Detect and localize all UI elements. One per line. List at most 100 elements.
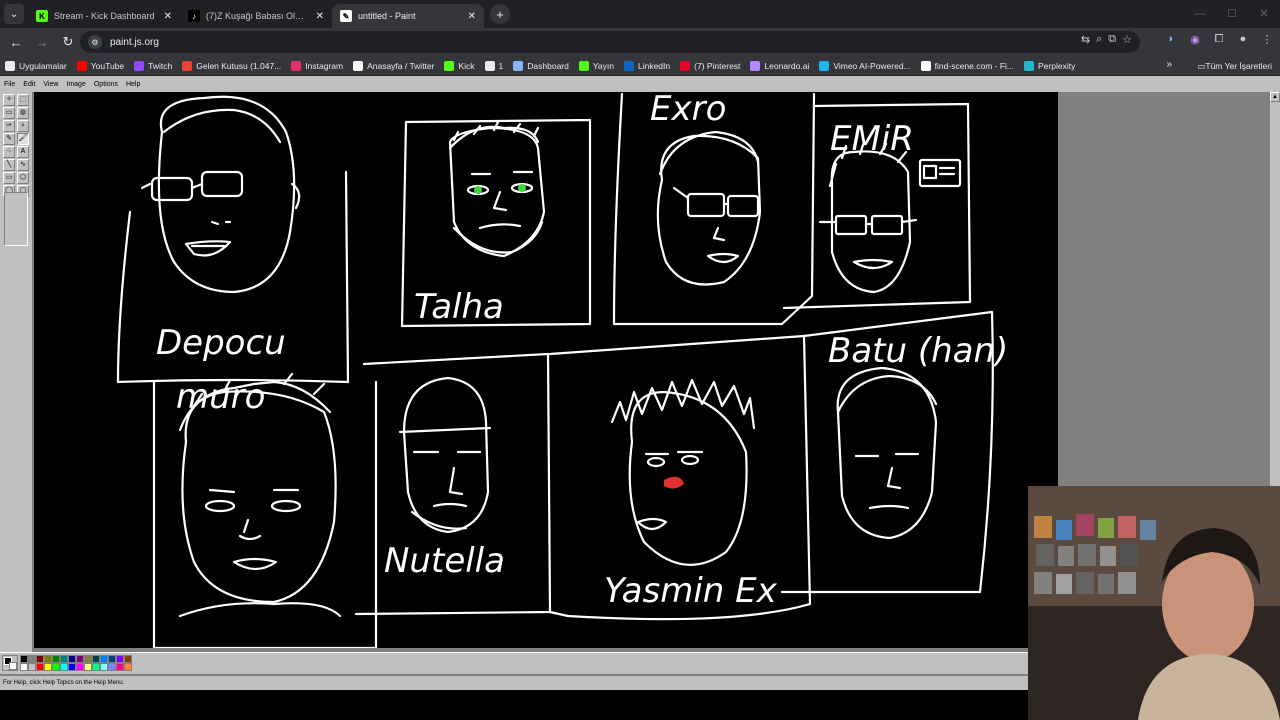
polygon-tool-icon[interactable]: ⬠ [17,172,29,184]
site-info-icon[interactable]: ⚙ [88,35,102,49]
bookmark-label: Kick [458,60,475,71]
extensions-puzzle-icon[interactable]: ⧠ [1210,33,1228,46]
back-button[interactable]: ← [4,30,28,54]
bookmark-item[interactable]: Instagram [286,57,348,75]
palette-swatch[interactable] [68,655,76,663]
palette-swatch[interactable] [92,663,100,671]
palette-swatch[interactable] [108,655,116,663]
palette-swatch[interactable] [92,655,100,663]
bookmark-item[interactable]: YouTube [72,57,129,75]
palette-swatch[interactable] [76,663,84,671]
close-window-button[interactable]: ✕ [1248,0,1280,28]
bookmark-item[interactable]: Kick [439,57,479,75]
curve-tool-icon[interactable]: ∿ [17,159,29,171]
bookmark-item[interactable]: Yayın [574,57,619,75]
palette-swatch[interactable] [36,663,44,671]
brush-tool-icon[interactable]: 🖌 [17,133,29,145]
airbrush-tool-icon[interactable]: ⁘ [3,146,15,158]
bookmark-item[interactable]: Gelen Kutusu (1.047... [177,57,286,75]
zoom-icon[interactable]: ⌕ [1096,33,1102,46]
palette-swatch[interactable] [100,663,108,671]
bookmark-item[interactable]: Perplexity [1019,57,1080,75]
menu-view[interactable]: View [43,81,58,88]
extension-icon[interactable]: ◉ [1186,33,1204,46]
text-tool-icon[interactable]: A [17,146,29,158]
forward-button[interactable]: → [30,30,54,54]
menu-help[interactable]: Help [126,81,140,88]
palette-swatch[interactable] [28,655,36,663]
palette-swatch[interactable] [116,655,124,663]
reload-button[interactable]: ↻ [56,30,80,54]
close-icon[interactable]: ✕ [468,11,476,22]
bookmark-label: Vimeo AI-Powered... [833,60,911,71]
palette-swatch[interactable] [52,655,60,663]
palette-swatch[interactable] [44,663,52,671]
palette-swatch[interactable] [100,655,108,663]
bookmark-item[interactable]: Vimeo AI-Powered... [814,57,915,75]
extension-icon[interactable]: ◗ [1162,33,1180,46]
bookmark-item[interactable]: (7) Pinterest [675,57,745,75]
menu-options[interactable]: Options [94,81,118,88]
eraser-tool-icon[interactable]: ▭ [3,107,15,119]
bookmark-item[interactable]: 1 [480,57,509,75]
drawing-canvas[interactable]: Depocu Talha Exro EMiR muro Nutella Yasm… [34,92,1058,648]
bookmark-item[interactable]: LinkedIn [619,57,675,75]
palette-swatch[interactable] [36,655,44,663]
pick-color-tool-icon[interactable]: ✑ [3,120,15,132]
palette-swatch[interactable] [44,655,52,663]
bookmark-label: Uygulamalar [19,60,67,71]
menu-edit[interactable]: Edit [23,81,35,88]
palette-swatch[interactable] [108,663,116,671]
translate-icon[interactable]: ⇆ [1081,33,1090,46]
tab-kick-dashboard[interactable]: K Stream - Kick Dashboard ✕ [28,4,180,28]
menu-file[interactable]: File [4,81,15,88]
close-icon[interactable]: ✕ [164,11,172,22]
tab-title: untitled - Paint [358,11,416,21]
tab-search-button[interactable]: ⌄ [4,4,24,24]
scroll-up-icon[interactable]: ▲ [1270,92,1280,102]
magnifier-tool-icon[interactable]: ⌕ [17,120,29,132]
minimize-button[interactable]: — [1184,0,1216,28]
bookmarks-overflow-icon[interactable]: » [1166,59,1172,70]
bookmark-item[interactable]: Leonardo.ai [745,57,814,75]
bookmark-label: find-scene.com - Fi... [934,60,1015,71]
line-tool-icon[interactable]: ╲ [3,159,15,171]
palette-swatch[interactable] [68,663,76,671]
menu-image[interactable]: Image [66,81,85,88]
palette-swatch[interactable] [124,655,132,663]
free-select-tool-icon[interactable]: ✧ [3,94,15,106]
tool-options[interactable] [4,192,28,246]
bookmark-star-icon[interactable]: ☆ [1122,33,1132,46]
palette-swatch[interactable] [20,663,28,671]
palette-swatch[interactable] [60,655,68,663]
rectangle-tool-icon[interactable]: ▭ [3,172,15,184]
palette-swatch[interactable] [28,663,36,671]
pencil-tool-icon[interactable]: ✎ [3,133,15,145]
all-bookmarks-button[interactable]: ▭ Tüm Yer İşaretleri [1189,56,1280,75]
current-colors[interactable] [2,655,18,671]
install-app-icon[interactable]: ⧉ [1108,33,1116,46]
palette-swatch[interactable] [116,663,124,671]
palette-swatch[interactable] [124,663,132,671]
maximize-button[interactable]: ☐ [1216,0,1248,28]
bookmark-item[interactable]: Anasayfa / Twitter [348,57,439,75]
close-icon[interactable]: ✕ [316,11,324,22]
palette-swatch[interactable] [52,663,60,671]
palette-swatch[interactable] [84,655,92,663]
palette-swatch[interactable] [60,663,68,671]
profile-avatar-icon[interactable]: ● [1234,33,1252,46]
address-bar[interactable]: ⚙ paint.js.org ⇆ ⌕ ⧉ ☆ [80,31,1140,53]
bookmark-item[interactable]: Twitch [129,57,177,75]
palette-swatch[interactable] [84,663,92,671]
menu-kebab-icon[interactable]: ⋮ [1258,33,1276,46]
fill-tool-icon[interactable]: ◍ [17,107,29,119]
bookmark-item[interactable]: Uygulamalar [0,57,72,75]
palette-swatch[interactable] [76,655,84,663]
tab-paint[interactable]: ✎ untitled - Paint ✕ [332,4,484,28]
bookmark-item[interactable]: find-scene.com - Fi... [916,57,1019,75]
new-tab-button[interactable]: + [490,4,510,24]
select-tool-icon[interactable]: ⬚ [17,94,29,106]
palette-swatch[interactable] [20,655,28,663]
tab-tiktok[interactable]: ♪ (7)Z Kuşağı Babası Olmak: Kom ✕ [180,4,332,28]
bookmark-item[interactable]: Dashboard [508,57,574,75]
